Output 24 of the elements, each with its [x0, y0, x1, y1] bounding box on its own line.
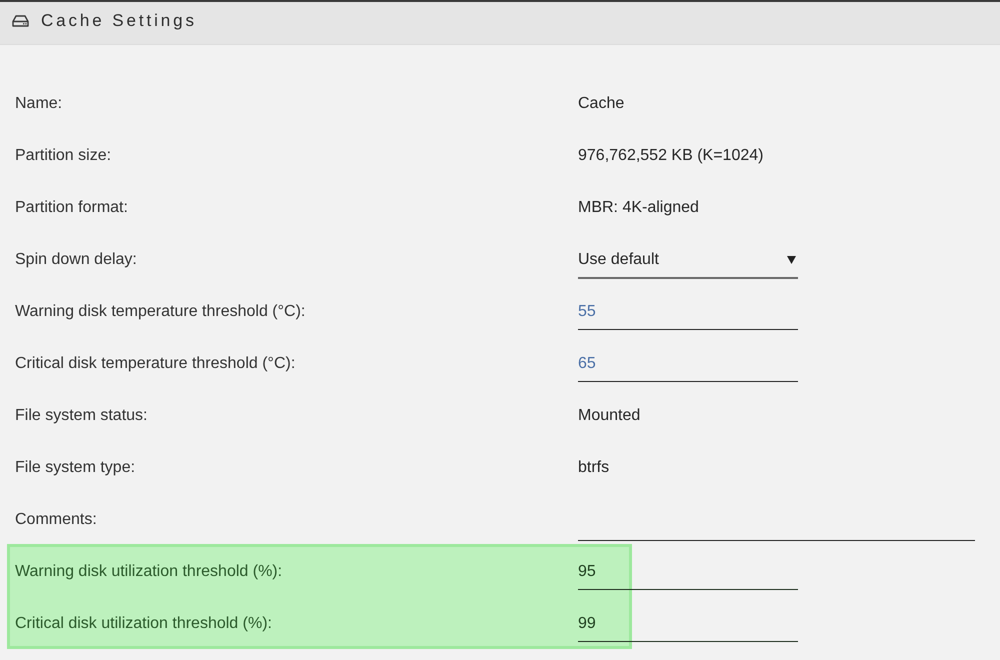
field-label: Partition size: [14, 146, 112, 166]
field-label: Name: [14, 94, 62, 114]
field-value: btrfs [578, 458, 610, 478]
field-label: Critical disk utilization threshold (%): [14, 614, 272, 634]
caret-icon [787, 256, 796, 264]
panel-title: Cache Settings [41, 11, 197, 31]
dropdown[interactable]: Use default [578, 250, 798, 279]
drive-icon [12, 15, 29, 27]
field-label: Critical disk temperature threshold (°C): [14, 354, 296, 374]
field-value: 976,762,552 KB (K=1024) [578, 146, 764, 166]
input-field[interactable]: 65 [578, 354, 798, 382]
field-label: Comments: [14, 510, 97, 530]
field-value: Mounted [578, 406, 640, 426]
field-value: Cache [578, 94, 624, 114]
field-label: Partition format: [14, 198, 128, 218]
field-label: Warning disk utilization threshold (%): [14, 562, 282, 582]
field-label: File system status: [14, 406, 148, 426]
input-field[interactable]: 55 [578, 302, 798, 330]
field-label: File system type: [14, 458, 136, 478]
input-field[interactable]: 95 [578, 562, 798, 590]
input-field[interactable]: 99 [578, 614, 798, 642]
field-label: Warning disk temperature threshold (°C): [14, 302, 306, 322]
field-value: MBR: 4K-aligned [578, 198, 699, 218]
field-label: Spin down delay: [14, 250, 137, 270]
